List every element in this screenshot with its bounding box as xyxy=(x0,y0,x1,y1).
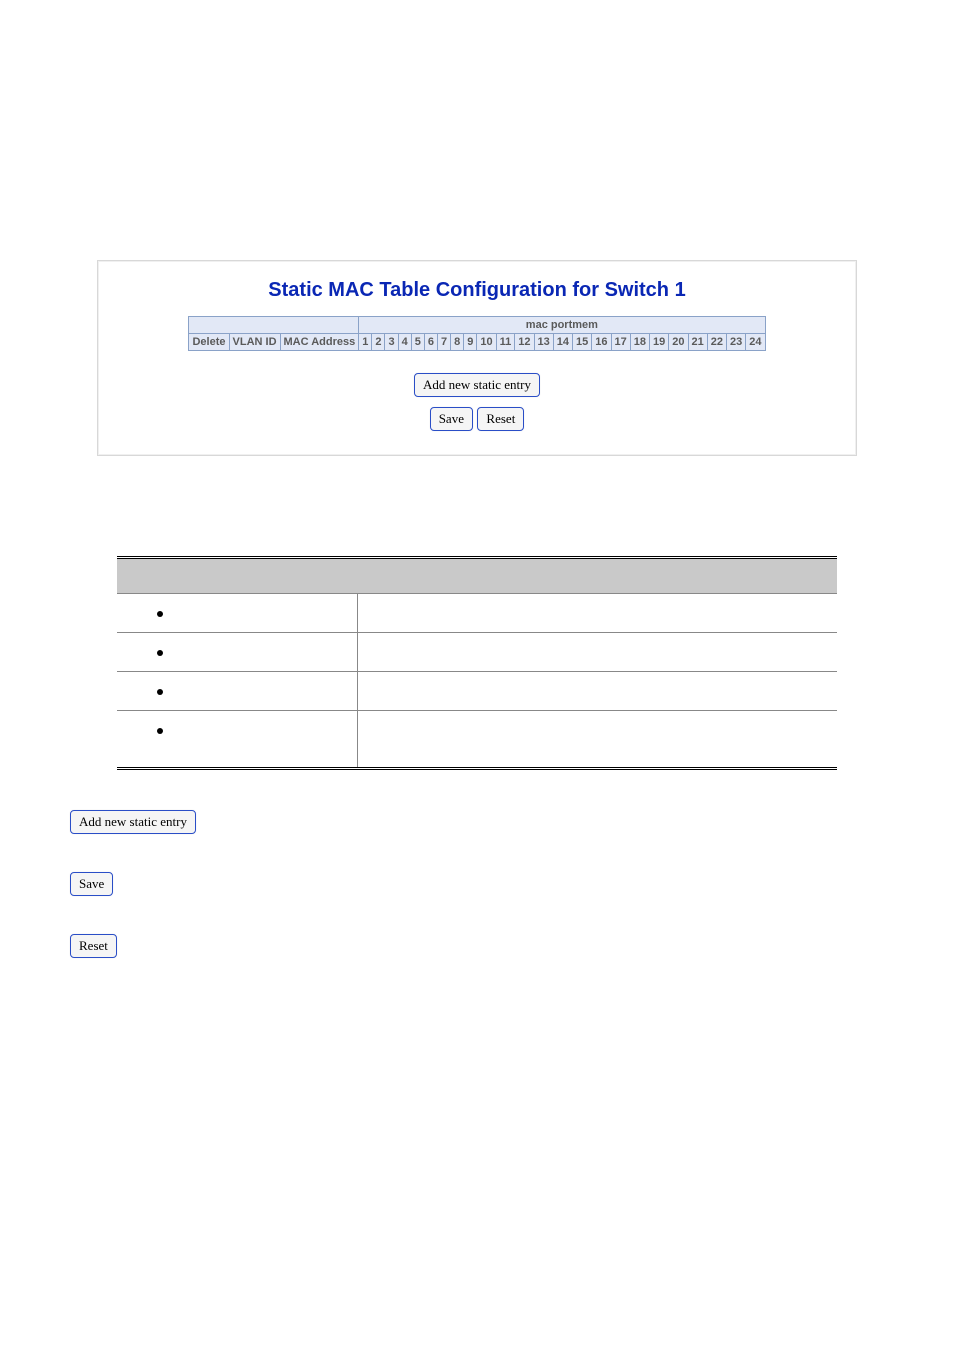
add-new-static-entry-button[interactable]: Add new static entry xyxy=(70,810,196,834)
col-port: 7 xyxy=(437,334,450,351)
header-blank xyxy=(189,317,359,334)
col-port: 20 xyxy=(669,334,688,351)
col-vlan-id: VLAN ID xyxy=(229,334,280,351)
desc-row xyxy=(117,711,837,769)
desc-cell xyxy=(358,594,838,633)
table-header-row-2: Delete VLAN ID MAC Address 1 2 3 4 5 6 7… xyxy=(189,334,765,351)
mac-table: mac portmem Delete VLAN ID MAC Address 1… xyxy=(188,316,765,351)
save-button[interactable]: Save xyxy=(70,872,113,896)
col-port: 3 xyxy=(385,334,398,351)
desc-cell xyxy=(358,633,838,672)
col-port: 22 xyxy=(707,334,726,351)
standalone-save-wrap: Save xyxy=(70,872,954,896)
col-port: 10 xyxy=(477,334,496,351)
desc-row xyxy=(117,633,837,672)
col-port: 6 xyxy=(424,334,437,351)
bullet-icon xyxy=(157,611,163,617)
col-port: 11 xyxy=(496,334,515,351)
reset-button[interactable]: Reset xyxy=(477,407,524,431)
desc-cell xyxy=(358,711,838,769)
bullet-icon xyxy=(157,650,163,656)
config-panel: Static MAC Table Configuration for Switc… xyxy=(97,260,857,456)
col-port: 8 xyxy=(451,334,464,351)
desc-header-2 xyxy=(358,558,838,594)
col-port: 4 xyxy=(398,334,411,351)
col-port: 19 xyxy=(650,334,669,351)
col-port: 9 xyxy=(464,334,477,351)
add-new-static-entry-button[interactable]: Add new static entry xyxy=(414,373,540,397)
desc-row xyxy=(117,672,837,711)
col-port: 17 xyxy=(611,334,630,351)
desc-cell xyxy=(358,672,838,711)
header-mac-portmem: mac portmem xyxy=(359,317,765,334)
desc-row xyxy=(117,594,837,633)
col-port: 14 xyxy=(553,334,572,351)
standalone-reset-wrap: Reset xyxy=(70,934,954,958)
col-port: 18 xyxy=(630,334,649,351)
col-port: 15 xyxy=(573,334,592,351)
col-port: 5 xyxy=(411,334,424,351)
description-table-wrap xyxy=(117,556,837,770)
col-port: 13 xyxy=(534,334,553,351)
col-port: 21 xyxy=(688,334,707,351)
save-button[interactable]: Save xyxy=(430,407,473,431)
col-port: 23 xyxy=(727,334,746,351)
col-mac-address: MAC Address xyxy=(280,334,359,351)
panel-buttons: Add new static entry Save Reset xyxy=(110,373,844,431)
col-port: 1 xyxy=(359,334,372,351)
panel-title: Static MAC Table Configuration for Switc… xyxy=(110,279,844,302)
standalone-add-wrap: Add new static entry xyxy=(70,810,954,834)
description-table xyxy=(117,556,837,770)
page-root: Static MAC Table Configuration for Switc… xyxy=(0,0,954,1350)
col-port: 2 xyxy=(372,334,385,351)
reset-button[interactable]: Reset xyxy=(70,934,117,958)
col-delete: Delete xyxy=(189,334,229,351)
desc-header-1 xyxy=(117,558,358,594)
table-header-row-1: mac portmem xyxy=(189,317,765,334)
bullet-icon xyxy=(157,728,163,734)
col-port: 16 xyxy=(592,334,611,351)
col-port: 24 xyxy=(746,334,765,351)
col-port: 12 xyxy=(515,334,534,351)
bullet-icon xyxy=(157,689,163,695)
